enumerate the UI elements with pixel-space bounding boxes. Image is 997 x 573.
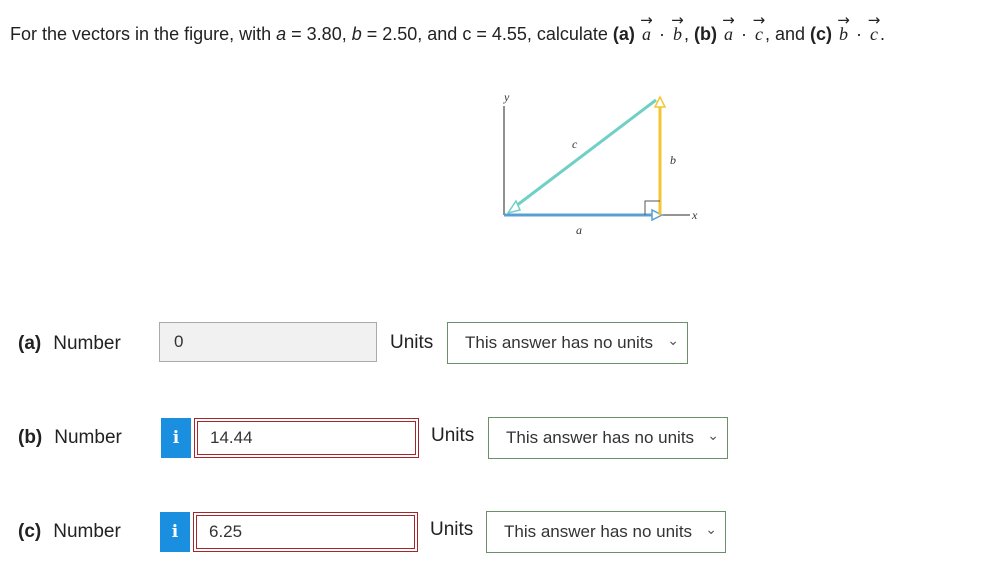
period: .: [880, 24, 886, 44]
units-label-a: Units: [390, 332, 434, 353]
answer-b-input[interactable]: [198, 422, 415, 454]
number-label: Number: [53, 333, 121, 354]
vector-c-line: [511, 98, 657, 211]
units-select-value: This answer has no units: [504, 522, 693, 541]
units-select-value: This answer has no units: [465, 333, 654, 352]
question-intro: For the vectors in the figure, with: [10, 24, 272, 44]
value-b-c: = 2.50, and c = 4.55, calculate: [361, 24, 613, 44]
part-a-label: (a): [612, 24, 635, 44]
answer-a-field[interactable]: [159, 322, 377, 362]
part-c-label: (c): [810, 24, 832, 44]
units-select-value: This answer has no units: [506, 428, 695, 447]
info-icon[interactable]: i: [161, 418, 191, 458]
units-select-c[interactable]: This answer has no units ⌄: [486, 511, 726, 553]
var-a: a: [276, 24, 287, 44]
dot-operator: ·: [856, 24, 863, 44]
chevron-down-icon: ⌄: [705, 522, 717, 538]
vector-a-symbol: a: [640, 24, 653, 45]
vector-a-symbol: a: [722, 24, 735, 45]
vector-c-label: c: [572, 137, 578, 151]
comma: ,: [683, 24, 694, 44]
units-label-c: Units: [430, 519, 474, 540]
units-select-b[interactable]: This answer has no units ⌄: [488, 417, 728, 459]
answer-a-input[interactable]: [160, 323, 376, 361]
row-a-label: (a) Number: [18, 333, 121, 355]
vector-b-arrowhead: [653, 95, 667, 108]
and-text: , and: [764, 24, 810, 44]
part-b-label: (b): [693, 24, 717, 44]
units-select-a[interactable]: This answer has no units ⌄: [447, 322, 688, 364]
answer-c-input[interactable]: [197, 516, 414, 548]
vector-b-symbol: b: [671, 24, 684, 45]
part-label: (a): [18, 333, 42, 354]
vector-a-label: a: [576, 223, 582, 237]
chevron-down-icon: ⌄: [667, 333, 679, 349]
y-axis-label: y: [503, 90, 510, 104]
question-text: For the vectors in the figure, with a = …: [10, 24, 885, 45]
row-b-label: (b) Number: [18, 427, 122, 449]
vector-b-label: b: [670, 153, 676, 167]
vector-c-symbol: c: [868, 24, 880, 45]
value-a: = 3.80,: [286, 24, 352, 44]
dot-operator: ·: [658, 24, 665, 44]
info-icon[interactable]: i: [160, 512, 190, 552]
var-b: b: [351, 24, 362, 44]
vector-diagram: y x c b a: [503, 90, 698, 237]
number-label: Number: [53, 521, 121, 542]
answer-c-field[interactable]: [193, 512, 418, 552]
vector-b-symbol: b: [837, 24, 850, 45]
answer-b-field[interactable]: [194, 418, 419, 458]
units-label-b: Units: [431, 425, 475, 446]
row-c-label: (c) Number: [18, 521, 121, 543]
part-label: (b): [18, 427, 43, 448]
x-axis-label: x: [691, 208, 698, 222]
part-label: (c): [18, 521, 42, 542]
number-label: Number: [54, 427, 122, 448]
vector-c-symbol: c: [753, 24, 765, 45]
dot-operator: ·: [740, 24, 747, 44]
chevron-down-icon: ⌄: [707, 428, 719, 444]
